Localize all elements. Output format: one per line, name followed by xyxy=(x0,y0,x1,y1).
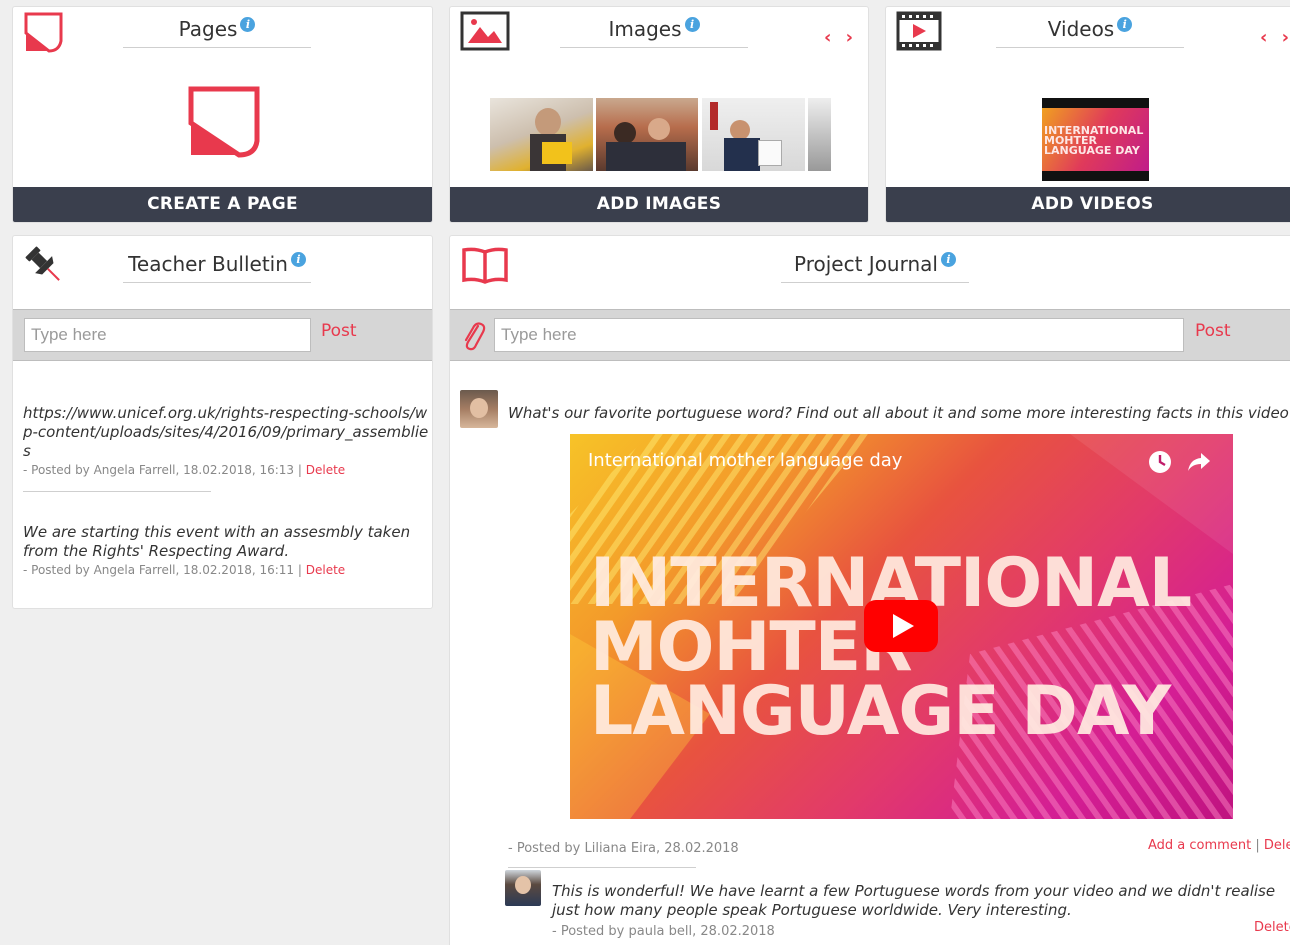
videos-title: Videos i xyxy=(996,17,1184,48)
delete-link[interactable]: Delete xyxy=(306,463,345,477)
image-thumbnail[interactable] xyxy=(490,98,593,171)
teacher-bulletin-title: Teacher Bulletin i xyxy=(123,252,311,283)
info-icon[interactable]: i xyxy=(940,252,956,268)
journal-input[interactable] xyxy=(494,318,1184,352)
journal-post-text: What's our favorite portuguese word? Fin… xyxy=(508,404,1290,422)
journal-post-meta: - Posted by Liliana Eira, 28.02.2018 xyxy=(508,841,739,856)
image-thumbnail[interactable] xyxy=(702,98,805,171)
videos-card: Videos i ‹ › INTERNATIONAL MOHTER LANGUAG… xyxy=(885,6,1290,223)
image-carousel-arrows[interactable]: ‹ › xyxy=(824,27,857,48)
add-videos-button[interactable]: ADD VIDEOS xyxy=(886,187,1290,222)
bulletin-post-button[interactable]: Post xyxy=(321,321,357,341)
info-icon[interactable]: i xyxy=(290,252,306,268)
comment-meta: - Posted by paula bell, 28.02.2018 xyxy=(552,924,775,939)
journal-input-band: Post xyxy=(450,309,1290,361)
image-thumbnails xyxy=(490,98,831,171)
delete-link[interactable]: Delete xyxy=(1254,920,1290,935)
avatar xyxy=(505,870,541,906)
teacher-bulletin-card: Teacher Bulletini Post https://www.unice… xyxy=(12,235,433,609)
info-icon[interactable]: i xyxy=(240,17,256,33)
journal-post-actions: Add a comment | Delete xyxy=(1148,838,1290,853)
video-icon xyxy=(896,11,942,51)
bulletin-post: We are starting this event with an asses… xyxy=(23,523,418,580)
project-journal-title: Project Journal i xyxy=(781,252,969,283)
pushpin-icon xyxy=(25,246,60,281)
video-thumbnail[interactable]: INTERNATIONAL MOHTER LANGUAGE DAY xyxy=(1042,98,1149,181)
avatar xyxy=(460,390,498,428)
video-carousel-arrows[interactable]: ‹ › xyxy=(1260,27,1290,48)
bulletin-input-band: Post xyxy=(13,309,432,361)
book-icon xyxy=(462,247,508,284)
image-thumbnail[interactable] xyxy=(808,98,831,171)
video-title: International mother language day xyxy=(588,450,903,471)
pages-card: Pages i CREATE A PAGE xyxy=(12,6,433,223)
bulletin-divider xyxy=(23,491,211,492)
bulletin-post: https://www.unicef.org.uk/rights-respect… xyxy=(23,404,431,480)
post-meta: - Posted by Angela Farrell, 18.02.2018, … xyxy=(23,563,346,577)
journal-post-button[interactable]: Post xyxy=(1195,321,1231,341)
post-meta: - Posted by Angela Farrell, 18.02.2018, … xyxy=(23,463,346,477)
images-title: Images i xyxy=(560,17,748,48)
image-icon xyxy=(460,11,510,51)
share-icon[interactable] xyxy=(1186,450,1212,474)
delete-link[interactable]: Delete xyxy=(1264,838,1290,853)
journal-divider xyxy=(508,867,696,868)
page-icon xyxy=(24,12,63,53)
play-button-icon[interactable] xyxy=(864,600,938,652)
project-journal-card: Project Journali Post What's our favorit… xyxy=(449,235,1290,945)
add-comment-link[interactable]: Add a comment xyxy=(1148,838,1251,853)
comment-text: This is wonderful! We have learnt a few … xyxy=(552,882,1276,919)
info-icon[interactable]: i xyxy=(684,17,700,33)
images-card: Images i ‹ › ADD IMAGES xyxy=(449,6,869,223)
info-icon[interactable]: i xyxy=(1117,17,1133,33)
paperclip-icon[interactable] xyxy=(460,320,486,352)
add-images-button[interactable]: ADD IMAGES xyxy=(450,187,868,222)
pages-title: Pages i xyxy=(123,17,311,48)
create-page-button[interactable]: CREATE A PAGE xyxy=(13,187,432,222)
page-icon-large[interactable] xyxy=(187,85,261,159)
clock-icon[interactable] xyxy=(1148,450,1172,474)
image-thumbnail[interactable] xyxy=(596,98,698,171)
delete-link[interactable]: Delete xyxy=(306,563,345,577)
video-player[interactable]: International mother language day INTERN… xyxy=(570,434,1233,819)
bulletin-input[interactable] xyxy=(24,318,311,352)
